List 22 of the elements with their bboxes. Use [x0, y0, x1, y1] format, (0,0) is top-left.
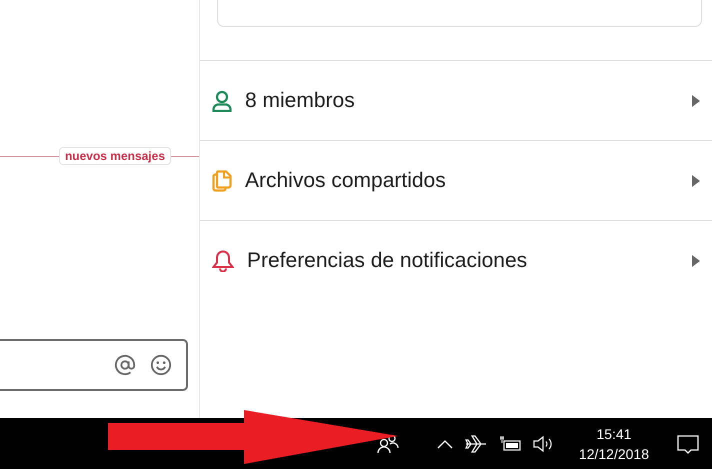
clock-date: 12/12/2018	[578, 444, 649, 464]
details-menu-item[interactable]: Preferencias de notificaciones	[200, 221, 712, 300]
menu-item-label: Archivos compartidos	[245, 168, 447, 192]
new-messages-label: nuevos mensajes	[58, 147, 171, 165]
details-menu-item[interactable]: Archivos compartidos	[200, 141, 712, 221]
clock[interactable]: 15:41 12/12/2018	[578, 424, 649, 464]
menu-item-label: 8 miembros	[245, 88, 356, 112]
emoji-icon[interactable]	[150, 354, 172, 376]
chevron-right-icon	[692, 174, 700, 186]
chevron-right-icon	[692, 254, 700, 266]
battery-icon[interactable]	[498, 436, 521, 452]
airplane-icon[interactable]	[464, 434, 487, 454]
notifications-icon[interactable]	[677, 434, 699, 454]
chevron-right-icon	[692, 94, 700, 106]
clock-time: 15:41	[596, 424, 632, 444]
mention-icon[interactable]	[114, 354, 136, 376]
speaker-icon[interactable]	[532, 434, 553, 452]
details-menu-item[interactable]: 8 miembros	[200, 61, 712, 141]
message-input-field[interactable]	[0, 339, 188, 391]
chevron-up-icon[interactable]	[436, 438, 453, 448]
people-icon[interactable]	[376, 434, 399, 454]
menu-item-label: Preferencias de notificaciones	[247, 248, 528, 272]
